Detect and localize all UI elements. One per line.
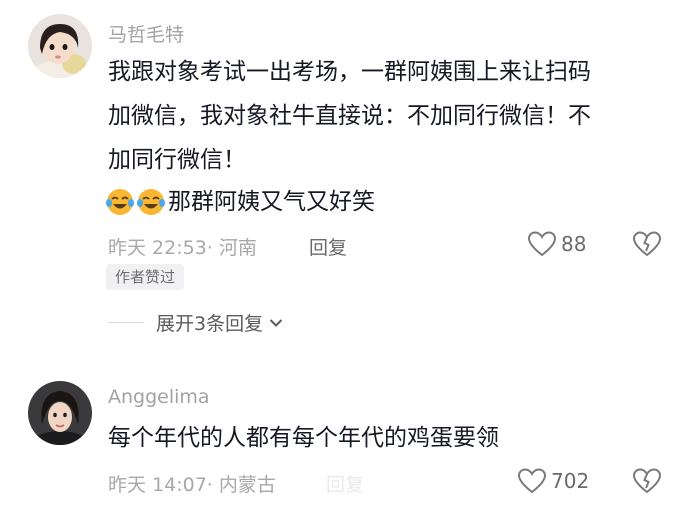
like-button[interactable]: 88: [527, 230, 586, 258]
reply-button[interactable]: 回复: [309, 233, 347, 260]
watermark-overlay: [290, 466, 410, 496]
username[interactable]: Anggelima: [108, 386, 210, 408]
divider: [108, 322, 144, 323]
comment-emoji-line: 那群阿姨又气又好笑: [106, 180, 375, 224]
chevron-down-icon: [269, 318, 283, 327]
avatar[interactable]: [28, 14, 92, 78]
author-liked-badge: 作者赞过: [106, 264, 185, 290]
laughing-crying-emoji-icon: [106, 189, 134, 215]
avatar-girl-image: [28, 14, 92, 78]
comment-text: 每个年代的人都有每个年代的鸡蛋要领: [108, 416, 668, 460]
like-button[interactable]: 702: [517, 467, 589, 495]
broken-heart-icon[interactable]: [632, 230, 662, 258]
like-count: 702: [551, 469, 590, 493]
heart-icon: [517, 468, 547, 494]
laughing-crying-emoji-icon: [137, 189, 165, 215]
comment-text-line: 加微信，我对象社牛直接说：不加同行微信！不: [108, 103, 591, 129]
comment-text: 我跟对象考试一出考场，一群阿姨围上来让扫码 加微信，我对象社牛直接说：不加同行微…: [108, 50, 668, 182]
comment-meta: 昨天 14:07· 内蒙古: [108, 474, 276, 496]
heart-icon: [527, 231, 557, 257]
expand-replies-button[interactable]: 展开3条回复: [108, 309, 283, 336]
comment-text-line: 我跟对象考试一出考场，一群阿姨围上来让扫码: [108, 59, 591, 85]
like-count: 88: [561, 232, 587, 256]
comment-text-line: 加同行微信！: [108, 147, 246, 173]
comment-text-line: 每个年代的人都有每个年代的鸡蛋要领: [108, 425, 499, 451]
avatar[interactable]: [28, 381, 92, 445]
expand-replies-label: 展开3条回复: [156, 313, 264, 335]
avatar-woman-image: [28, 381, 92, 445]
broken-heart-icon[interactable]: [632, 467, 662, 495]
comment-meta: 昨天 22:53· 河南: [108, 237, 257, 259]
comment-emoji-text: 那群阿姨又气又好笑: [168, 189, 375, 215]
username[interactable]: 马哲毛特: [108, 20, 184, 47]
